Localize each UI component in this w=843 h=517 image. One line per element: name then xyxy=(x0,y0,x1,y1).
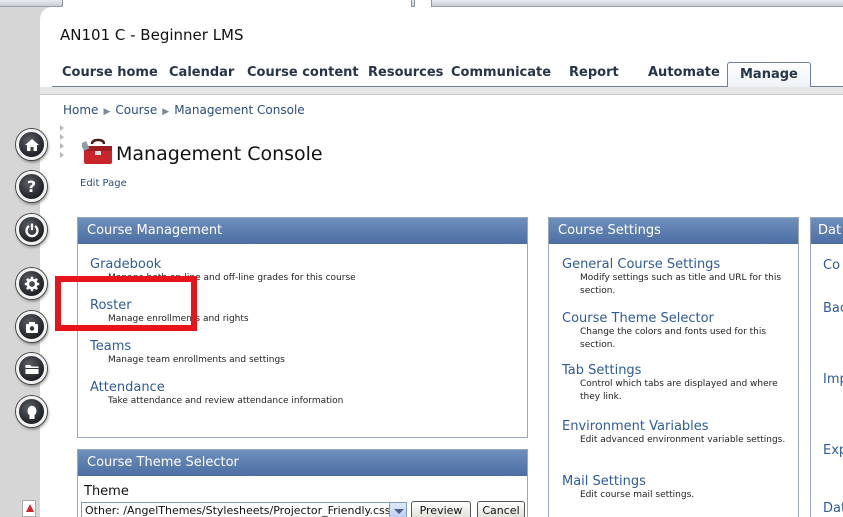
data-link-3[interactable]: Imp xyxy=(823,372,843,387)
toolbox-icon xyxy=(82,138,112,164)
data-link-4[interactable]: Exp xyxy=(823,443,843,458)
general-course-settings-description: Modify settings such as title and URL fo… xyxy=(580,273,782,296)
breadcrumb-separator-icon: ▶ xyxy=(162,107,170,117)
power-icon[interactable] xyxy=(16,214,47,245)
settings-icon[interactable] xyxy=(16,268,47,299)
pdf-icon[interactable] xyxy=(22,500,36,517)
course-title: AN101 C - Beginner LMS xyxy=(60,26,244,44)
mail-settings-description: Edit course mail settings. xyxy=(580,490,695,500)
course-settings-header: Course Settings xyxy=(549,218,798,244)
teams-entry: Teams Manage team enrollments and settin… xyxy=(90,339,285,367)
teams-description: Manage team enrollments and settings xyxy=(108,355,285,365)
course-theme-selector-description: Change the colors and fonts used for thi… xyxy=(580,327,767,350)
breadcrumb-separator-icon: ▶ xyxy=(103,107,111,117)
breadcrumb-home[interactable]: Home xyxy=(63,103,98,117)
course-settings-box: Course Settings General Course Settings … xyxy=(548,217,799,517)
folder-icon[interactable] xyxy=(16,353,47,384)
breadcrumb-course[interactable]: Course xyxy=(115,103,157,117)
data-box: Dat Co Bac Imp Exp Dat xyxy=(810,217,843,517)
tab-automate[interactable]: Automate xyxy=(648,61,720,87)
attendance-entry: Attendance Take attendance and review at… xyxy=(90,380,343,408)
tab-manage[interactable]: Manage xyxy=(727,62,811,88)
data-link-5[interactable]: Dat xyxy=(823,501,843,516)
course-theme-selector-link[interactable]: Course Theme Selector xyxy=(562,311,794,326)
gradebook-link[interactable]: Gradebook xyxy=(90,257,356,272)
camera-icon[interactable] xyxy=(16,311,47,342)
attendance-link[interactable]: Attendance xyxy=(90,380,343,395)
browser-tab[interactable] xyxy=(62,0,412,7)
roster-highlight-box xyxy=(55,276,197,331)
tab-calendar[interactable]: Calendar xyxy=(169,61,234,87)
home-icon[interactable] xyxy=(16,129,47,160)
page-title: Management Console xyxy=(116,143,323,165)
tab-resources[interactable]: Resources xyxy=(368,61,443,87)
tab-settings-link[interactable]: Tab Settings xyxy=(562,363,794,378)
preview-button[interactable]: Preview xyxy=(411,501,471,517)
cancel-button[interactable]: Cancel xyxy=(477,501,525,517)
theme-label: Theme xyxy=(84,484,129,499)
environment-variables-link[interactable]: Environment Variables xyxy=(562,419,794,434)
attendance-description: Take attendance and review attendance in… xyxy=(108,396,344,406)
data-link-1[interactable]: Co xyxy=(823,258,840,273)
course-theme-selector-header: Course Theme Selector xyxy=(78,450,527,476)
environment-variables-description: Edit advanced environment variable setti… xyxy=(580,435,786,445)
theme-select[interactable]: Other: /AngelThemes/Stylesheets/Projecto… xyxy=(81,502,407,517)
tab-communicate[interactable]: Communicate xyxy=(451,61,551,87)
tab-course-home[interactable]: Course home xyxy=(62,61,158,87)
help-icon-glyph: ? xyxy=(26,177,37,196)
mail-settings-entry: Mail Settings Edit course mail settings. xyxy=(562,474,794,502)
tab-course-content[interactable]: Course content xyxy=(247,61,359,87)
environment-variables-entry: Environment Variables Edit advanced envi… xyxy=(562,419,794,447)
course-nav: Course home Calendar Course content Reso… xyxy=(52,61,843,88)
data-box-header: Dat xyxy=(811,218,843,244)
user-icon[interactable] xyxy=(16,396,47,427)
breadcrumb-management-console[interactable]: Management Console xyxy=(174,103,305,117)
breadcrumb: Home ▶ Course ▶ Management Console xyxy=(63,103,305,117)
panel-collapse-grip[interactable] xyxy=(60,125,66,165)
help-icon[interactable]: ? xyxy=(16,171,47,202)
chevron-down-icon[interactable] xyxy=(389,502,407,517)
edit-page-link[interactable]: Edit Page xyxy=(80,178,127,189)
course-theme-selector-entry: Course Theme Selector Change the colors … xyxy=(562,311,794,352)
tab-report[interactable]: Report xyxy=(569,61,619,87)
mail-settings-link[interactable]: Mail Settings xyxy=(562,474,794,489)
tab-settings-entry: Tab Settings Control which tabs are disp… xyxy=(562,363,794,404)
data-link-2[interactable]: Bac xyxy=(823,301,843,316)
general-course-settings-link[interactable]: General Course Settings xyxy=(562,257,794,272)
teams-link[interactable]: Teams xyxy=(90,339,285,354)
tab-settings-description: Control which tabs are displayed and whe… xyxy=(580,379,778,402)
browser-chrome-strip xyxy=(0,0,843,7)
browser-new-tab[interactable] xyxy=(414,0,432,7)
general-course-settings-entry: General Course Settings Modify settings … xyxy=(562,257,794,298)
nav-band xyxy=(40,87,843,95)
course-management-header: Course Management xyxy=(78,218,527,244)
